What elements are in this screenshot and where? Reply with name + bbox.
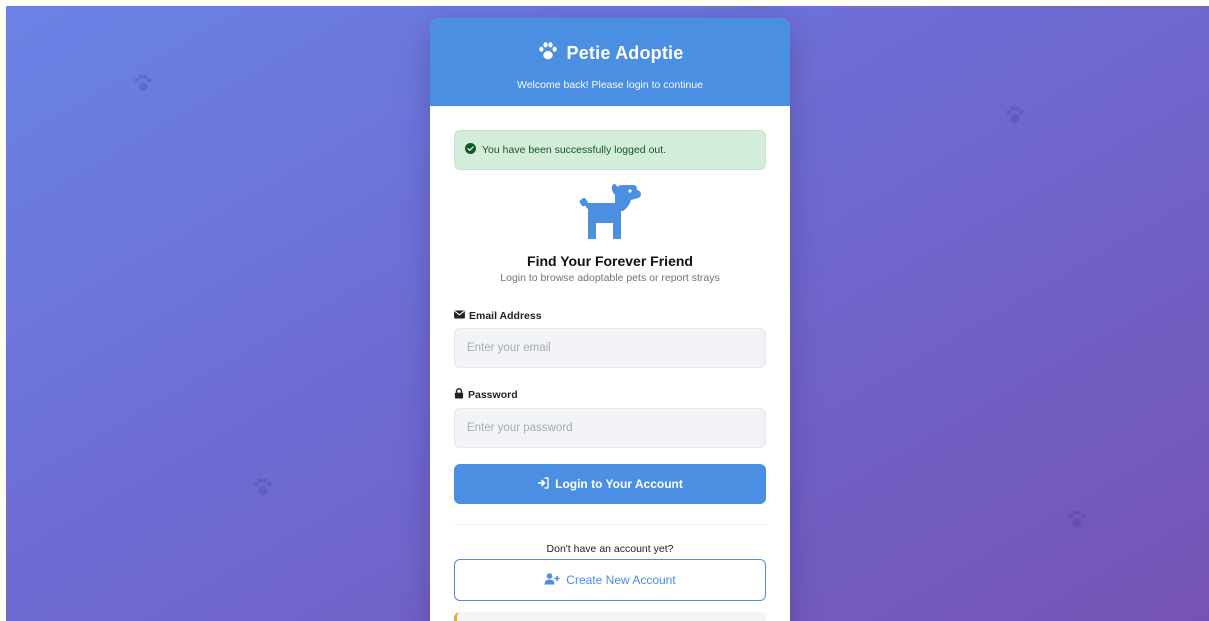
email-label: Email Address bbox=[454, 310, 766, 322]
user-plus-icon bbox=[544, 572, 560, 588]
password-label: Password bbox=[454, 388, 766, 402]
background-paw-icon bbox=[132, 72, 154, 94]
password-group: Password bbox=[454, 388, 766, 448]
password-input[interactable] bbox=[454, 408, 766, 448]
page-background: Petie Adoptie Welcome back! Please login… bbox=[6, 6, 1209, 621]
signup-prompt: Don't have an account yet? bbox=[546, 543, 674, 555]
hero-subtitle: Login to browse adoptable pets or report… bbox=[500, 272, 720, 284]
logout-success-alert: You have been successfully logged out. bbox=[454, 130, 766, 170]
login-button-label: Login to Your Account bbox=[555, 477, 683, 491]
card-body: You have been successfully logged out. F… bbox=[430, 106, 790, 601]
password-label-text: Password bbox=[468, 389, 518, 401]
brand-title: Petie Adoptie bbox=[566, 43, 684, 63]
email-input[interactable] bbox=[454, 328, 766, 368]
paw-icon bbox=[537, 40, 559, 67]
brand: Petie Adoptie bbox=[430, 40, 790, 67]
sign-in-icon bbox=[537, 476, 549, 492]
envelope-icon bbox=[454, 310, 465, 322]
card-header: Petie Adoptie Welcome back! Please login… bbox=[430, 18, 790, 106]
info-notice bbox=[454, 612, 766, 621]
lock-icon bbox=[454, 388, 464, 402]
check-circle-icon bbox=[465, 143, 476, 157]
create-account-button[interactable]: Create New Account bbox=[454, 559, 766, 601]
hero-title: Find Your Forever Friend bbox=[527, 253, 693, 269]
background-paw-icon bbox=[252, 476, 274, 498]
background-paw-icon bbox=[1066, 508, 1088, 530]
email-group: Email Address bbox=[454, 310, 766, 368]
alert-message: You have been successfully logged out. bbox=[482, 144, 667, 156]
hero: Find Your Forever Friend Login to browse… bbox=[454, 183, 766, 284]
login-card: Petie Adoptie Welcome back! Please login… bbox=[430, 18, 790, 621]
background-paw-icon bbox=[1004, 104, 1026, 126]
header-subtitle: Welcome back! Please login to continue bbox=[517, 79, 703, 91]
email-label-text: Email Address bbox=[469, 310, 542, 322]
create-account-label: Create New Account bbox=[566, 573, 676, 587]
login-button[interactable]: Login to Your Account bbox=[454, 464, 766, 504]
dog-icon bbox=[577, 183, 643, 246]
divider bbox=[454, 524, 766, 525]
